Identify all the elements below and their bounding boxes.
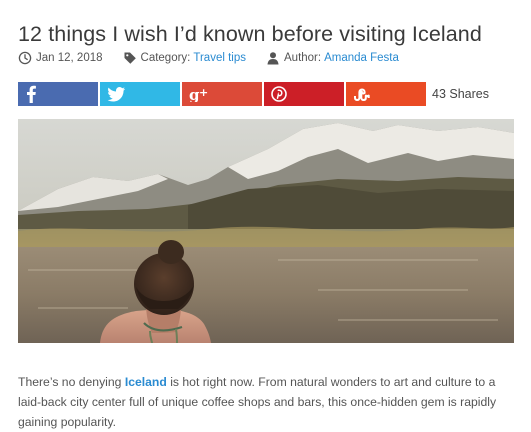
tag-icon bbox=[123, 51, 137, 65]
hero-image bbox=[18, 119, 514, 343]
article-title: 12 things I wish I’d known before visiti… bbox=[18, 22, 482, 47]
hot-spring-photo bbox=[18, 119, 514, 343]
iceland-link[interactable]: Iceland bbox=[125, 375, 167, 389]
share-bar: g + 43 Shares bbox=[18, 82, 489, 106]
category-link[interactable]: Travel tips bbox=[193, 52, 246, 64]
facebook-icon bbox=[25, 85, 37, 103]
article-meta: Jan 12, 2018 Category: Travel tips Autho… bbox=[18, 50, 419, 66]
twitter-share-button[interactable] bbox=[100, 82, 180, 106]
google-plus-icon: g + bbox=[189, 86, 211, 102]
user-icon bbox=[266, 51, 280, 65]
share-count: 43 Shares bbox=[432, 87, 489, 101]
svg-text:+: + bbox=[199, 86, 208, 99]
intro-paragraph: There’s no denying Iceland is hot right … bbox=[18, 372, 518, 432]
google-plus-share-button[interactable]: g + bbox=[182, 82, 262, 106]
twitter-icon bbox=[107, 86, 125, 102]
pinterest-icon bbox=[271, 86, 287, 102]
article-date: Jan 12, 2018 bbox=[36, 52, 103, 64]
pinterest-share-button[interactable] bbox=[264, 82, 344, 106]
author-link[interactable]: Amanda Festa bbox=[324, 52, 399, 64]
clock-icon bbox=[18, 51, 32, 65]
category-label: Category: bbox=[140, 52, 191, 64]
intro-text-start: There’s no denying bbox=[18, 375, 125, 390]
stumbleupon-icon bbox=[353, 87, 373, 101]
author-label: Author: bbox=[284, 52, 322, 64]
facebook-share-button[interactable] bbox=[18, 82, 98, 106]
date-meta: Jan 12, 2018 bbox=[18, 51, 103, 65]
category-meta: Category: Travel tips bbox=[123, 51, 246, 65]
author-meta: Author: Amanda Festa bbox=[266, 51, 399, 65]
stumbleupon-share-button[interactable] bbox=[346, 82, 426, 106]
